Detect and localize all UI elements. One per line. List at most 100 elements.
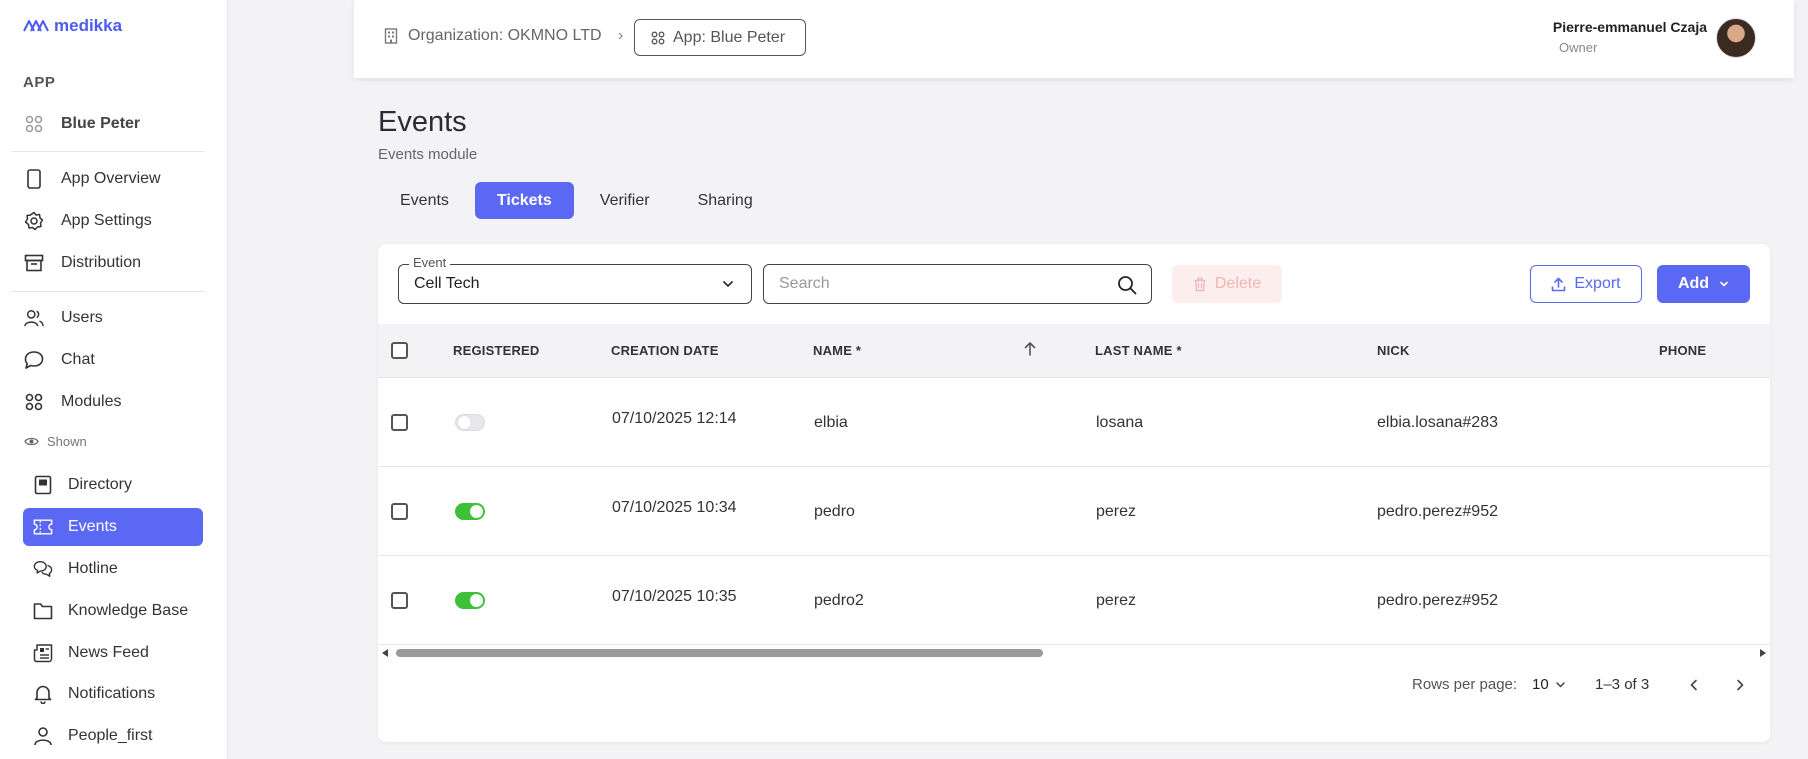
horizontal-scrollbar[interactable] — [378, 646, 1770, 660]
table-row[interactable]: 07/10/2025 10:34 pedro perez pedro.perez… — [378, 467, 1770, 556]
pagination-range: 1–3 of 3 — [1595, 676, 1650, 693]
row-checkbox[interactable] — [391, 414, 408, 431]
registered-toggle[interactable] — [455, 414, 485, 431]
table-row[interactable]: 07/10/2025 10:35 pedro2 perez pedro.pere… — [378, 556, 1770, 645]
search-icon[interactable] — [1117, 275, 1137, 300]
sidebar-item-notifications[interactable]: Notifications — [23, 676, 203, 712]
toggle-knob — [470, 594, 483, 607]
select-all-checkbox[interactable] — [391, 342, 408, 359]
sidebar-section-title: APP — [23, 74, 56, 91]
tab-tickets[interactable]: Tickets — [474, 182, 574, 219]
sidebar-item-distribution[interactable]: Distribution — [12, 245, 204, 281]
search-placeholder: Search — [779, 275, 830, 292]
user-role: Owner — [1559, 40, 1598, 55]
registered-toggle[interactable] — [455, 503, 485, 520]
breadcrumb-organization[interactable]: Organization: OKMNO LTD — [384, 27, 602, 45]
chevron-left-icon — [1690, 679, 1697, 691]
sidebar-item-label: App Settings — [61, 212, 152, 229]
chevron-down-icon — [721, 277, 735, 296]
newspaper-icon — [33, 643, 53, 663]
cell-creation-date: 07/10/2025 12:14 — [612, 410, 737, 427]
sidebar-item-chat[interactable]: Chat — [12, 342, 204, 378]
sidebar-item-app[interactable]: Blue Peter — [12, 106, 204, 142]
sidebar-item-label: People_first — [68, 727, 153, 744]
tab-sharing[interactable]: Sharing — [676, 182, 775, 219]
scrollbar-thumb[interactable] — [396, 649, 1043, 657]
previous-page-button[interactable] — [1687, 678, 1701, 697]
avatar[interactable] — [1716, 18, 1756, 58]
column-header-nick[interactable]: NICK — [1377, 343, 1410, 358]
trash-icon — [1194, 277, 1206, 291]
sidebar-item-people-first[interactable]: People_first — [23, 718, 203, 754]
sidebar-item-app-overview[interactable]: App Overview — [12, 161, 204, 197]
registered-toggle[interactable] — [455, 592, 485, 609]
table-row[interactable]: 07/10/2025 12:14 elbia losana elbia.losa… — [378, 378, 1770, 467]
add-button[interactable]: Add — [1657, 265, 1750, 303]
sidebar-item-users[interactable]: Users — [12, 300, 204, 336]
chevron-down-icon — [1720, 281, 1728, 287]
sidebar-item-label: Events — [68, 518, 117, 535]
next-page-button[interactable] — [1733, 678, 1747, 697]
sidebar-item-label: Modules — [61, 393, 122, 410]
bell-icon — [33, 684, 53, 704]
user-icon — [33, 726, 53, 746]
users-icon — [24, 308, 44, 328]
sidebar-item-knowledge-base[interactable]: Knowledge Base — [23, 593, 203, 629]
column-header-creation-date[interactable]: CREATION DATE — [611, 343, 719, 358]
phone-device-icon — [24, 169, 44, 189]
cell-nick: elbia.losana#283 — [1377, 414, 1498, 431]
scroll-left-arrow-icon[interactable] — [382, 649, 388, 657]
sidebar-item-directory[interactable]: Directory — [23, 467, 203, 503]
sort-arrow-up-icon[interactable] — [1023, 341, 1037, 362]
column-header-registered[interactable]: REGISTERED — [453, 343, 540, 358]
rows-per-page-value: 10 — [1532, 676, 1549, 693]
modules-grid-icon — [24, 392, 44, 412]
breadcrumb-app-label: App: Blue Peter — [673, 28, 786, 46]
sidebar-item-label: Notifications — [68, 685, 156, 702]
sidebar-item-label: Directory — [68, 476, 133, 493]
cell-name: pedro — [814, 503, 855, 520]
event-select-label: Event — [409, 255, 451, 270]
column-header-name[interactable]: NAME * — [813, 343, 861, 358]
top-header: Organization: OKMNO LTD › App: Blue Pete… — [354, 0, 1794, 78]
cell-nick: pedro.perez#952 — [1377, 592, 1498, 609]
row-checkbox[interactable] — [391, 503, 408, 520]
user-name[interactable]: Pierre-emmanuel Czaja — [1553, 19, 1707, 35]
search-input[interactable]: Search — [763, 264, 1152, 304]
toggle-knob — [470, 505, 483, 518]
rows-per-page-select[interactable]: 10 — [1532, 676, 1566, 693]
module-tabs: Events Tickets Verifier Sharing — [378, 182, 779, 219]
column-header-last-name[interactable]: LAST NAME * — [1095, 343, 1182, 358]
tab-verifier[interactable]: Verifier — [578, 182, 672, 219]
sidebar-item-label: Distribution — [61, 254, 142, 271]
brand-logo[interactable]: medikka — [22, 16, 122, 36]
sidebar-item-news-feed[interactable]: News Feed — [23, 635, 203, 671]
rows-per-page-label: Rows per page: — [1412, 676, 1518, 693]
breadcrumb-app[interactable]: App: Blue Peter — [634, 19, 807, 56]
medikka-logo-icon — [23, 20, 49, 32]
row-checkbox[interactable] — [391, 592, 408, 609]
cell-last-name: perez — [1096, 503, 1137, 520]
brand-name: medikka — [54, 16, 123, 35]
export-button[interactable]: Export — [1530, 265, 1642, 303]
toggle-knob — [458, 416, 471, 429]
sidebar-item-label: News Feed — [68, 644, 149, 661]
sidebar-item-modules[interactable]: Modules — [12, 384, 204, 420]
app-grid-icon — [24, 114, 44, 134]
sidebar-item-label: App Overview — [61, 170, 161, 187]
app-grid-icon — [651, 31, 665, 44]
event-select-value: Cell Tech — [414, 275, 480, 292]
delete-button[interactable]: Delete — [1172, 265, 1282, 303]
tab-events[interactable]: Events — [378, 182, 471, 219]
cell-last-name: perez — [1096, 592, 1137, 609]
sidebar-item-events[interactable]: Events — [23, 508, 203, 546]
sidebar-item-hotline[interactable]: Hotline — [23, 551, 203, 587]
scroll-right-arrow-icon[interactable] — [1760, 649, 1766, 657]
tickets-card: Event Cell Tech Search Delete Export Add… — [378, 244, 1770, 742]
chevron-down-icon — [1555, 682, 1565, 688]
export-button-label: Export — [1574, 275, 1621, 292]
column-header-phone[interactable]: PHONE — [1659, 343, 1706, 358]
sidebar: medikka APP Blue Peter App Overview App … — [0, 0, 228, 759]
sidebar-item-app-settings[interactable]: App Settings — [12, 203, 204, 239]
event-select[interactable]: Event Cell Tech — [398, 255, 752, 304]
